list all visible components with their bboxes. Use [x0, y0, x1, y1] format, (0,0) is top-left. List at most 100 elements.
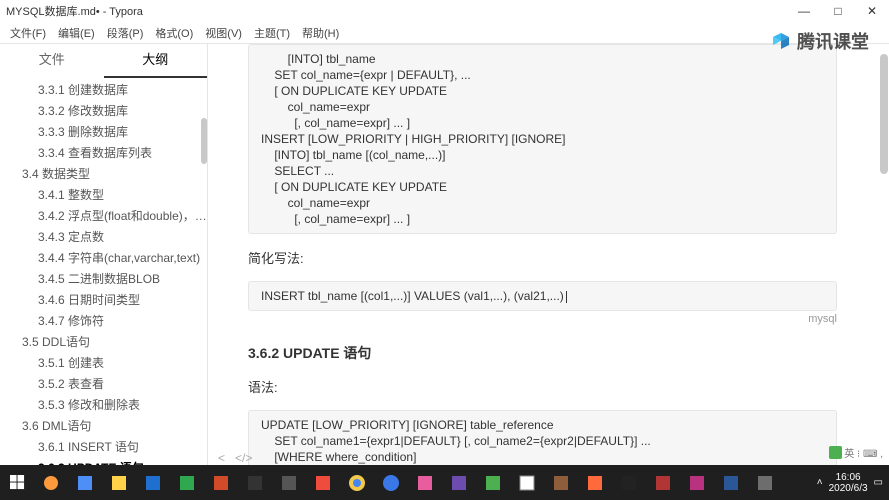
editor-content[interactable]: [INTO] tbl_name SET col_name={expr | DEF… — [208, 44, 889, 465]
code-block-insert-short[interactable]: INSERT tbl_name [(col1,...)] VALUES (val… — [248, 281, 837, 311]
taskbar-app-16[interactable] — [544, 465, 578, 500]
menu-view[interactable]: 视图(V) — [199, 23, 248, 43]
app-icon — [484, 474, 502, 492]
start-button[interactable] — [0, 465, 34, 500]
app-icon — [382, 474, 400, 492]
tray-chevron-icon[interactable]: ˄ — [817, 477, 823, 488]
sidebar: 文件 大纲 3.3.1 创建数据库3.3.2 修改数据库3.3.3 删除数据库3… — [0, 44, 208, 465]
menu-file[interactable]: 文件(F) — [4, 23, 52, 43]
taskbar-app-21[interactable] — [714, 465, 748, 500]
app-icon — [552, 474, 570, 492]
menu-theme[interactable]: 主题(T) — [248, 23, 296, 43]
taskbar-app-4[interactable] — [136, 465, 170, 500]
app-icon — [246, 474, 264, 492]
outline-item[interactable]: 3.5.1 创建表 — [0, 353, 207, 374]
app-icon — [110, 474, 128, 492]
ime-green-icon — [829, 446, 842, 459]
outline-item[interactable]: 3.6.1 INSERT 语句 — [0, 437, 207, 458]
outline-item[interactable]: 3.3.4 查看数据库列表 — [0, 143, 207, 164]
taskbar[interactable]: ˄ 16:06 2020/6/3 ▭ — [0, 465, 889, 500]
minimize-button[interactable]: — — [787, 0, 821, 22]
code-block-update[interactable]: UPDATE [LOW_PRIORITY] [IGNORE] table_ref… — [248, 410, 837, 465]
window-controls: — □ ✕ — [787, 0, 889, 22]
taskbar-app-1[interactable] — [34, 465, 68, 500]
outline-item[interactable]: 3.3.1 创建数据库 — [0, 80, 207, 101]
outline-item[interactable]: 3.4.6 日期时间类型 — [0, 290, 207, 311]
taskbar-app-6[interactable] — [204, 465, 238, 500]
taskbar-app-17[interactable] — [578, 465, 612, 500]
outline-item[interactable]: 3.4.7 修饰符 — [0, 311, 207, 332]
outline-item[interactable]: 3.5.3 修改和删除表 — [0, 395, 207, 416]
para-syntax[interactable]: 语法: — [248, 377, 837, 396]
app-icon — [42, 474, 60, 492]
tencent-logo-icon — [769, 29, 793, 53]
code-lang-label: mysql — [248, 313, 837, 325]
para-simplified[interactable]: 简化写法: — [248, 248, 837, 267]
sidebar-tabs: 文件 大纲 — [0, 44, 207, 78]
app-icon — [620, 474, 638, 492]
taskbar-app-2[interactable] — [68, 465, 102, 500]
outline-item[interactable]: 3.4 数据类型 — [0, 164, 207, 185]
outline-item[interactable]: 3.6.2 UPDATE 语句 — [0, 458, 207, 465]
taskbar-app-13[interactable] — [442, 465, 476, 500]
taskbar-app-18[interactable] — [612, 465, 646, 500]
outline-item[interactable]: 3.5.2 表查看 — [0, 374, 207, 395]
taskbar-app-5[interactable] — [170, 465, 204, 500]
taskbar-app-3[interactable] — [102, 465, 136, 500]
heading-362[interactable]: 3.6.2 UPDATE 语句 — [248, 343, 837, 363]
outline-item[interactable]: 3.4.3 定点数 — [0, 227, 207, 248]
menu-edit[interactable]: 编辑(E) — [52, 23, 101, 43]
taskbar-app-20[interactable] — [680, 465, 714, 500]
content-scrollbar[interactable] — [879, 44, 889, 465]
app-icon — [76, 474, 94, 492]
tray-clock[interactable]: 16:06 2020/6/3 — [829, 472, 868, 494]
taskbar-app-9[interactable] — [306, 465, 340, 500]
outline-item[interactable]: 3.3.3 删除数据库 — [0, 122, 207, 143]
close-button[interactable]: ✕ — [855, 0, 889, 22]
taskbar-app-14[interactable] — [476, 465, 510, 500]
tray-notification-icon[interactable]: ▭ — [874, 477, 883, 488]
code-block-insert[interactable]: [INTO] tbl_name SET col_name={expr | DEF… — [248, 44, 837, 234]
app-icon — [178, 474, 196, 492]
app-title: MYSQL数据库.md• - Typora — [6, 3, 143, 19]
outline-item[interactable]: 3.4.2 浮点型(float和double)，近似值 — [0, 206, 207, 227]
watermark: 腾讯课堂 — [769, 28, 869, 54]
ime-floating-badge: 英 ⁝ ⌨ , — [829, 445, 883, 460]
taskbar-app-22[interactable] — [748, 465, 782, 500]
source-code-icon[interactable]: </> — [235, 451, 252, 465]
taskbar-app-12[interactable] — [408, 465, 442, 500]
maximize-button[interactable]: □ — [821, 0, 855, 22]
taskbar-app-10[interactable] — [340, 465, 374, 500]
outline-item[interactable]: 3.4.4 字符串(char,varchar,text) — [0, 248, 207, 269]
taskbar-app-8[interactable] — [272, 465, 306, 500]
app-icon — [450, 474, 468, 492]
app-icon — [518, 474, 536, 492]
app-icon — [280, 474, 298, 492]
app-icon — [314, 474, 332, 492]
taskbar-app-15[interactable] — [510, 465, 544, 500]
taskbar-app-7[interactable] — [238, 465, 272, 500]
system-tray[interactable]: ˄ 16:06 2020/6/3 ▭ — [817, 472, 889, 494]
outline-item[interactable]: 3.6 DML语句 — [0, 416, 207, 437]
app-icon — [688, 474, 706, 492]
tab-outline[interactable]: 大纲 — [104, 44, 208, 78]
outline-item[interactable]: 3.5 DDL语句 — [0, 332, 207, 353]
menu-help[interactable]: 帮助(H) — [296, 23, 345, 43]
sidebar-scrollbar[interactable] — [201, 78, 207, 465]
taskbar-app-19[interactable] — [646, 465, 680, 500]
app-icon — [586, 474, 604, 492]
outline-item[interactable]: 3.4.1 整数型 — [0, 185, 207, 206]
windows-icon — [10, 475, 25, 490]
outline-item[interactable]: 3.4.5 二进制数据BLOB — [0, 269, 207, 290]
tab-files[interactable]: 文件 — [0, 44, 104, 78]
toggle-sidebar-icon[interactable]: < — [218, 451, 225, 465]
menu-paragraph[interactable]: 段落(P) — [101, 23, 150, 43]
outline-panel: 3.3.1 创建数据库3.3.2 修改数据库3.3.3 删除数据库3.3.4 查… — [0, 78, 207, 465]
menu-format[interactable]: 格式(O) — [149, 23, 199, 43]
title-bar: MYSQL数据库.md• - Typora — □ ✕ — [0, 0, 889, 22]
app-icon — [416, 474, 434, 492]
text-cursor — [566, 291, 567, 303]
outline-item[interactable]: 3.3.2 修改数据库 — [0, 101, 207, 122]
taskbar-app-11[interactable] — [374, 465, 408, 500]
menu-bar: 文件(F) 编辑(E) 段落(P) 格式(O) 视图(V) 主题(T) 帮助(H… — [0, 22, 889, 44]
